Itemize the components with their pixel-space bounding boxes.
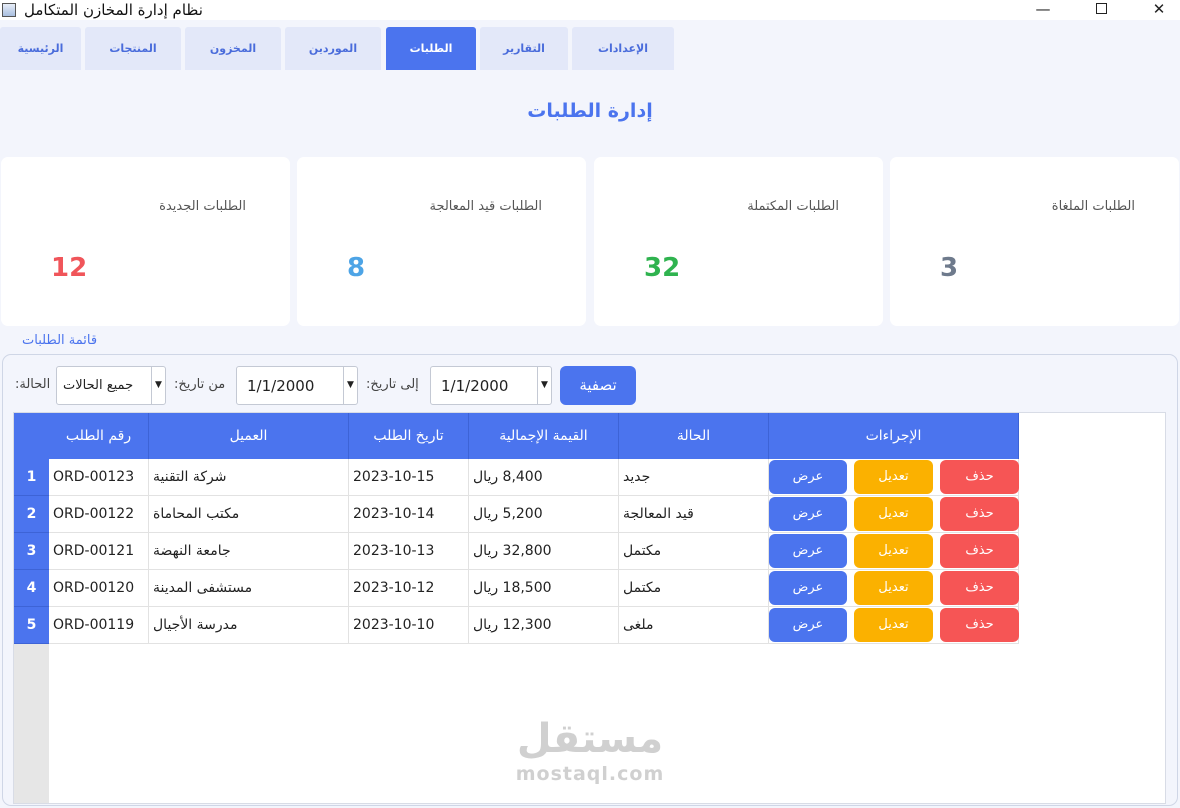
orders-table: رقم الطلب العميل تاريخ الطلب القيمة الإج… bbox=[13, 412, 1166, 804]
stat-label: الطلبات الملغاة bbox=[1051, 199, 1135, 214]
cell-date: 2023-10-10 bbox=[349, 607, 469, 644]
cell-order-id: ORD-00119 bbox=[49, 607, 149, 644]
delete-button[interactable]: حذف bbox=[940, 460, 1019, 494]
cell-total: 5,200 ريال bbox=[469, 496, 619, 533]
row-number[interactable]: 4 bbox=[14, 570, 49, 607]
view-button[interactable]: عرض bbox=[769, 460, 847, 494]
chevron-down-icon: ▼ bbox=[151, 367, 165, 404]
cell-date: 2023-10-14 bbox=[349, 496, 469, 533]
stat-card-processing: الطلبات قيد المعالجة 8 bbox=[297, 157, 586, 326]
stat-card-new: الطلبات الجديدة 12 bbox=[1, 157, 290, 326]
cell-customer: مدرسة الأجيال bbox=[149, 607, 349, 644]
edit-button[interactable]: تعديل bbox=[854, 497, 933, 531]
cell-order-id: ORD-00123 bbox=[49, 459, 149, 496]
cell-date: 2023-10-13 bbox=[349, 533, 469, 570]
tab-products[interactable]: المنتجات bbox=[85, 27, 181, 70]
view-button[interactable]: عرض bbox=[769, 608, 847, 642]
stat-value: 3 bbox=[940, 253, 959, 283]
tab-settings[interactable]: الإعدادات bbox=[572, 27, 674, 70]
view-button[interactable]: عرض bbox=[769, 534, 847, 568]
title-bar: نظام إدارة المخازن المتكامل — ✕ bbox=[0, 0, 1180, 20]
table-corner bbox=[14, 413, 49, 459]
tab-home[interactable]: الرئيسية bbox=[0, 27, 81, 70]
to-date-picker[interactable]: 1/1/2000 ▼ bbox=[430, 366, 552, 405]
cell-total: 12,300 ريال bbox=[469, 607, 619, 644]
minimize-button[interactable]: — bbox=[1020, 0, 1066, 20]
close-button[interactable]: ✕ bbox=[1136, 0, 1180, 20]
column-header-customer[interactable]: العميل bbox=[149, 413, 349, 459]
stat-label: الطلبات قيد المعالجة bbox=[429, 199, 542, 214]
delete-button[interactable]: حذف bbox=[940, 571, 1019, 605]
from-date-label: من تاريخ: bbox=[174, 377, 226, 392]
cell-date: 2023-10-15 bbox=[349, 459, 469, 496]
page-title: إدارة الطلبات bbox=[527, 100, 653, 122]
cell-date: 2023-10-12 bbox=[349, 570, 469, 607]
from-date-value: 1/1/2000 bbox=[247, 377, 315, 395]
cell-total: 18,500 ريال bbox=[469, 570, 619, 607]
cell-customer: مكتب المحاماة bbox=[149, 496, 349, 533]
chevron-down-icon: ▼ bbox=[537, 367, 551, 404]
view-button[interactable]: عرض bbox=[769, 497, 847, 531]
from-date-picker[interactable]: 1/1/2000 ▼ bbox=[236, 366, 358, 405]
row-number[interactable]: 1 bbox=[14, 459, 49, 496]
chevron-down-icon: ▼ bbox=[343, 367, 357, 404]
delete-button[interactable]: حذف bbox=[940, 497, 1019, 531]
row-number[interactable]: 2 bbox=[14, 496, 49, 533]
cell-customer: مستشفى المدينة bbox=[149, 570, 349, 607]
cell-order-id: ORD-00120 bbox=[49, 570, 149, 607]
to-date-label: إلى تاريخ: bbox=[366, 377, 419, 392]
edit-button[interactable]: تعديل bbox=[854, 608, 933, 642]
column-header-status[interactable]: الحالة bbox=[619, 413, 769, 459]
status-filter-label: الحالة: bbox=[15, 377, 51, 392]
maximize-button[interactable] bbox=[1078, 0, 1124, 20]
view-button[interactable]: عرض bbox=[769, 571, 847, 605]
filter-button[interactable]: تصفية bbox=[560, 366, 636, 405]
stat-value: 8 bbox=[347, 253, 366, 283]
orders-section-label: قائمة الطلبات bbox=[22, 333, 98, 348]
window-title: نظام إدارة المخازن المتكامل bbox=[24, 1, 203, 19]
tab-orders[interactable]: الطلبات bbox=[386, 27, 476, 70]
stat-label: الطلبات الجديدة bbox=[159, 199, 246, 214]
row-number[interactable]: 5 bbox=[14, 607, 49, 644]
stat-card-cancelled: الطلبات الملغاة 3 bbox=[890, 157, 1179, 326]
edit-button[interactable]: تعديل bbox=[854, 460, 933, 494]
tab-reports[interactable]: التقارير bbox=[480, 27, 568, 70]
stat-value: 32 bbox=[644, 253, 681, 283]
status-filter-select[interactable]: جميع الحالات ▼ bbox=[56, 366, 166, 405]
cell-total: 32,800 ريال bbox=[469, 533, 619, 570]
cell-order-id: ORD-00122 bbox=[49, 496, 149, 533]
column-header-total[interactable]: القيمة الإجمالية bbox=[469, 413, 619, 459]
cell-customer: جامعة النهضة bbox=[149, 533, 349, 570]
stat-value: 12 bbox=[51, 253, 88, 283]
column-header-actions: الإجراءات bbox=[769, 413, 1019, 459]
column-header-date[interactable]: تاريخ الطلب bbox=[349, 413, 469, 459]
cell-status: مكتمل bbox=[619, 533, 769, 570]
cell-status: قيد المعالجة bbox=[619, 496, 769, 533]
delete-button[interactable]: حذف bbox=[940, 608, 1019, 642]
cell-status: جديد bbox=[619, 459, 769, 496]
edit-button[interactable]: تعديل bbox=[854, 534, 933, 568]
cell-status: ملغى bbox=[619, 607, 769, 644]
cell-status: مكتمل bbox=[619, 570, 769, 607]
maximize-icon bbox=[1095, 3, 1107, 14]
row-number[interactable]: 3 bbox=[14, 533, 49, 570]
stat-card-completed: الطلبات المكتملة 32 bbox=[594, 157, 883, 326]
edit-button[interactable]: تعديل bbox=[854, 571, 933, 605]
cell-order-id: ORD-00121 bbox=[49, 533, 149, 570]
tab-suppliers[interactable]: الموردين bbox=[285, 27, 381, 70]
status-filter-value: جميع الحالات bbox=[63, 378, 134, 393]
column-header-order-id[interactable]: رقم الطلب bbox=[49, 413, 149, 459]
cell-customer: شركة التقنية bbox=[149, 459, 349, 496]
cell-total: 8,400 ريال bbox=[469, 459, 619, 496]
app-icon bbox=[2, 3, 16, 17]
to-date-value: 1/1/2000 bbox=[441, 377, 509, 395]
stat-label: الطلبات المكتملة bbox=[747, 199, 839, 214]
tab-inventory[interactable]: المخزون bbox=[185, 27, 281, 70]
delete-button[interactable]: حذف bbox=[940, 534, 1019, 568]
